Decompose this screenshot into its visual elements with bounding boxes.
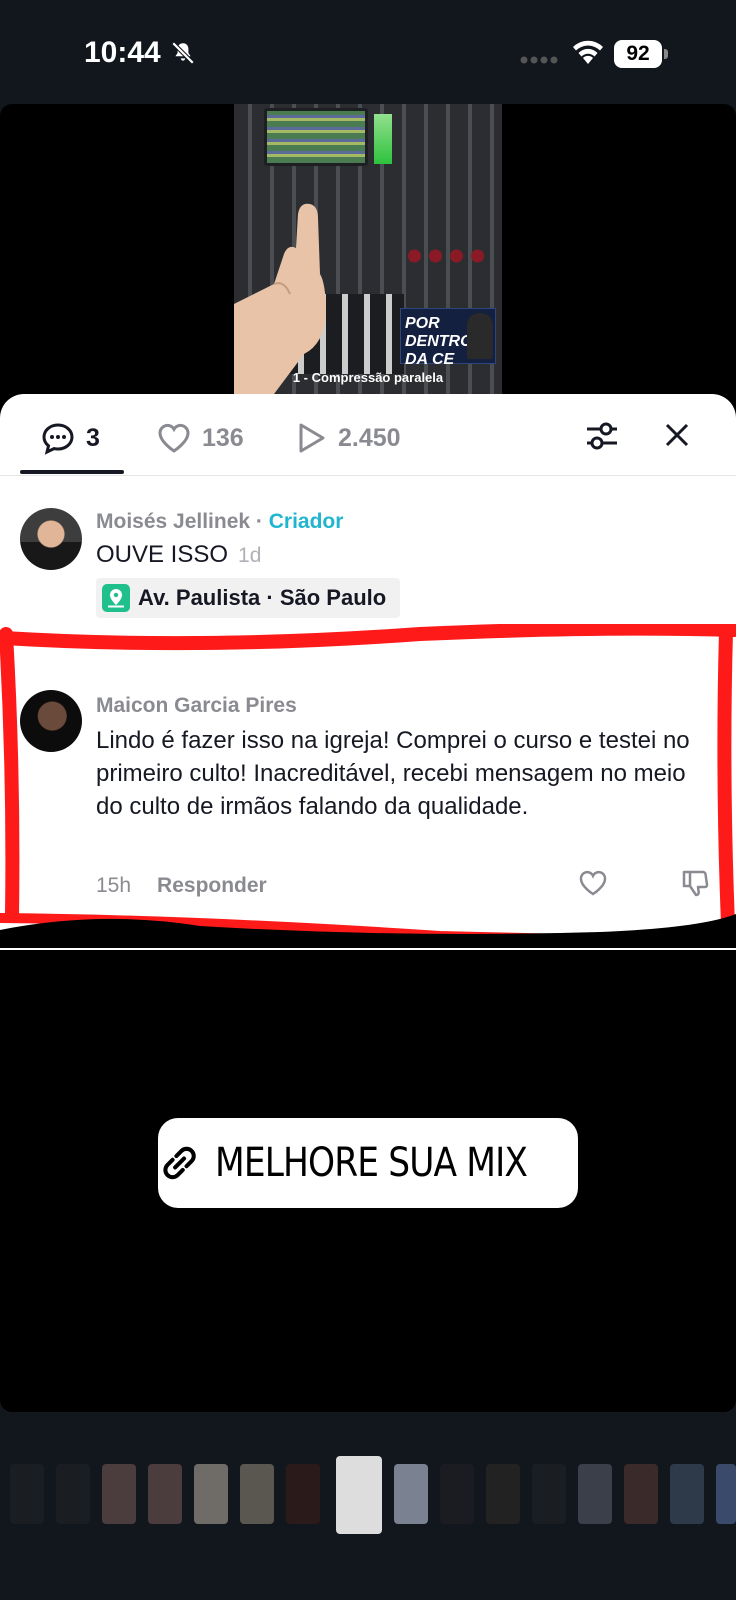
video-thumbnail[interactable]: POR DENTRO DA CE 1 - Compressão paralela bbox=[234, 104, 502, 394]
comment-author[interactable]: Moisés Jellinek · Criador bbox=[96, 510, 343, 534]
story-thumbnail[interactable] bbox=[578, 1464, 612, 1524]
location-tag[interactable]: Av. Paulista · São Paulo bbox=[96, 578, 401, 618]
tab-likes[interactable]: 136 bbox=[156, 418, 244, 458]
active-tab-indicator bbox=[20, 470, 124, 474]
story-thumbnail-strip bbox=[0, 1456, 736, 1536]
avatar[interactable] bbox=[20, 690, 82, 752]
comments-count: 3 bbox=[86, 423, 100, 452]
story-screen[interactable]: POR DENTRO DA CE 1 - Compressão paralela… bbox=[0, 104, 736, 1412]
status-bar: 10:44 92 bbox=[0, 0, 736, 104]
story-thumbnail[interactable] bbox=[194, 1464, 228, 1524]
wifi-icon bbox=[573, 40, 603, 64]
story-thumbnail[interactable] bbox=[670, 1464, 704, 1524]
story-thumbnail[interactable] bbox=[532, 1464, 566, 1524]
story-thumbnail[interactable] bbox=[56, 1464, 90, 1524]
comment-time: 15h bbox=[96, 874, 132, 897]
story-thumbnail[interactable] bbox=[102, 1464, 136, 1524]
comment-time: 1d bbox=[238, 544, 262, 567]
avatar[interactable] bbox=[20, 508, 82, 570]
comment-text: OUVE ISSO 1d bbox=[96, 541, 262, 568]
play-outline-icon bbox=[299, 423, 325, 453]
story-thumbnail[interactable] bbox=[286, 1464, 320, 1524]
story-thumbnail[interactable] bbox=[394, 1464, 428, 1524]
comment-text: Lindo é fazer isso na igreja! Comprei o … bbox=[96, 727, 690, 820]
map-pin-icon bbox=[102, 584, 130, 612]
comment-author[interactable]: Maicon Garcia Pires bbox=[96, 694, 297, 718]
comment-meta: 15h Responder bbox=[96, 874, 267, 898]
promo-text: POR DENTRO DA CE bbox=[405, 315, 473, 368]
status-time: 10:44 bbox=[84, 36, 161, 69]
author-name: Moisés Jellinek bbox=[96, 510, 251, 533]
hand-image bbox=[234, 203, 326, 394]
views-count: 2.450 bbox=[338, 423, 401, 452]
heart-outline-icon bbox=[158, 423, 190, 453]
story-thumbnail[interactable] bbox=[440, 1464, 474, 1524]
filter-sliders-icon[interactable] bbox=[584, 418, 620, 454]
reply-button[interactable]: Responder bbox=[157, 874, 267, 897]
like-heart-icon[interactable] bbox=[578, 868, 608, 898]
battery-level: 92 bbox=[614, 40, 662, 68]
tab-comments[interactable]: 3 bbox=[40, 418, 100, 458]
black-scribble bbox=[0, 914, 736, 948]
link-sticker-button[interactable]: MELHORE SUA MIX bbox=[158, 1118, 578, 1208]
story-thumbnail[interactable] bbox=[240, 1464, 274, 1524]
battery-icon: 92 bbox=[614, 40, 668, 68]
likes-count: 136 bbox=[202, 423, 244, 452]
link-icon bbox=[163, 1146, 196, 1180]
creator-badge: Criador bbox=[268, 510, 344, 533]
story-thumbnail[interactable] bbox=[624, 1464, 658, 1524]
story-thumbnail[interactable] bbox=[148, 1464, 182, 1524]
comment-item: Moisés Jellinek · Criador OUVE ISSO 1d Av… bbox=[0, 494, 736, 644]
comment-sheet: 3 136 2.450 Moisés Jellinek · Criador OU… bbox=[0, 394, 736, 950]
bell-slash-icon bbox=[171, 41, 195, 65]
tab-views[interactable]: 2.450 bbox=[292, 418, 401, 458]
story-thumbnail-current[interactable] bbox=[336, 1456, 382, 1534]
sheet-tabs: 3 136 2.450 bbox=[0, 394, 736, 476]
story-thumbnail[interactable] bbox=[716, 1464, 736, 1524]
comment-bubble-icon bbox=[42, 423, 74, 455]
close-icon[interactable] bbox=[662, 420, 692, 450]
dislike-icon[interactable] bbox=[680, 868, 710, 898]
link-sticker-label: MELHORE SUA MIX bbox=[215, 1140, 528, 1186]
story-thumbnail[interactable] bbox=[486, 1464, 520, 1524]
video-caption: 1 - Compressão paralela bbox=[292, 370, 444, 385]
course-promo-badge: POR DENTRO DA CE bbox=[400, 308, 496, 368]
comment-item: Maicon Garcia Pires Lindo é fazer isso n… bbox=[0, 678, 736, 918]
cellular-dots-icon bbox=[520, 56, 558, 64]
story-thumbnail[interactable] bbox=[10, 1464, 44, 1524]
location-label: Av. Paulista · São Paulo bbox=[138, 585, 387, 610]
